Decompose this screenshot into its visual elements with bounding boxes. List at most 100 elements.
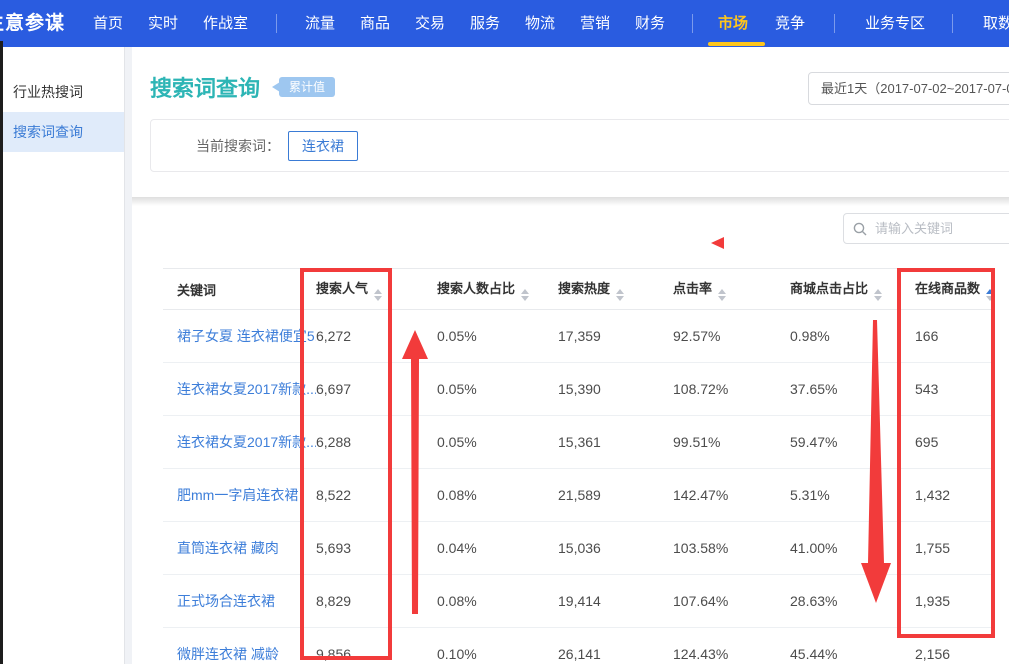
nav-item-data[interactable]: 取数 bbox=[983, 0, 1009, 47]
table-header-row: 关键词 搜索人气搜索人数占比搜索热度 点击率 商城点击占比在线商品数 bbox=[163, 268, 995, 310]
sort-icon[interactable] bbox=[718, 289, 726, 301]
cell-value: 8,522 bbox=[316, 487, 437, 503]
table-row: 连衣裙女夏2017新款...6,6970.05%15,390108.72%37.… bbox=[163, 363, 995, 416]
cell-value: 6,288 bbox=[316, 434, 437, 450]
date-range-selector[interactable]: 最近1天（2017-07-02~2017-07-02） bbox=[808, 72, 1009, 105]
current-keyword-tag[interactable]: 连衣裙 bbox=[288, 131, 358, 161]
table-row: 正式场合连衣裙8,8290.08%19,414107.64%28.63%1,93… bbox=[163, 575, 995, 628]
table-row: 微胖连衣裙 减龄9,8560.10%26,141124.43%45.44%2,1… bbox=[163, 628, 995, 664]
cell-value: 37.65% bbox=[790, 381, 915, 397]
sort-icon[interactable] bbox=[874, 289, 882, 301]
active-tab-underline bbox=[708, 42, 765, 46]
cell-value: 59.47% bbox=[790, 434, 915, 450]
current-keyword-label: 当前搜索词： bbox=[196, 136, 280, 156]
keyword-link[interactable]: 肥mm一字肩连衣裙 bbox=[177, 485, 316, 505]
cell-value: 142.47% bbox=[673, 487, 790, 503]
nav-item-home[interactable]: 首页 bbox=[93, 0, 123, 47]
cell-value: 0.04% bbox=[437, 540, 558, 556]
cell-value: 6,697 bbox=[316, 381, 437, 397]
nav-item-bizzone[interactable]: 业务专区 bbox=[865, 0, 925, 47]
nav-divider bbox=[692, 14, 693, 33]
sort-icon[interactable] bbox=[616, 289, 624, 301]
top-nav: 生意参谋 首页 实时 作战室 流量 商品 交易 服务 物流 营销 财务 市场 竞… bbox=[0, 0, 1009, 47]
cell-value: 0.08% bbox=[437, 593, 558, 609]
page-title: 搜索词查询 bbox=[150, 71, 260, 103]
cumulative-badge: 累计值 bbox=[279, 77, 335, 97]
cell-value: 45.44% bbox=[790, 646, 915, 662]
cell-value: 543 bbox=[915, 381, 995, 397]
screen: 生意参谋 首页 实时 作战室 流量 商品 交易 服务 物流 营销 财务 市场 竞… bbox=[0, 0, 1009, 664]
sidebar-item-hot-search-words[interactable]: 行业热搜词 bbox=[3, 72, 124, 112]
nav-divider bbox=[834, 14, 835, 33]
table-row: 连衣裙女夏2017新款...6,2880.05%15,36199.51%59.4… bbox=[163, 416, 995, 469]
nav-item-market[interactable]: 市场 bbox=[718, 0, 748, 47]
cell-value: 166 bbox=[915, 328, 995, 344]
column-header-6[interactable]: 在线商品数 bbox=[915, 278, 995, 301]
column-label: 在线商品数 bbox=[915, 281, 980, 296]
keyword-link[interactable]: 正式场合连衣裙 bbox=[177, 591, 316, 611]
nav-item-service[interactable]: 服务 bbox=[470, 0, 500, 47]
cell-value: 8,829 bbox=[316, 593, 437, 609]
cell-value: 9,856 bbox=[316, 646, 437, 662]
cell-value: 108.72% bbox=[673, 381, 790, 397]
nav-item-marketing[interactable]: 营销 bbox=[580, 0, 610, 47]
nav-item-compete[interactable]: 竞争 bbox=[775, 0, 805, 47]
nav-item-realtime[interactable]: 实时 bbox=[148, 0, 178, 47]
cell-value: 15,036 bbox=[558, 540, 673, 556]
nav-divider bbox=[276, 14, 277, 33]
cell-value: 15,390 bbox=[558, 381, 673, 397]
nav-item-warroom[interactable]: 作战室 bbox=[203, 0, 248, 47]
cell-value: 0.05% bbox=[437, 381, 558, 397]
keyword-link[interactable]: 直筒连衣裙 藏肉 bbox=[177, 538, 316, 558]
keyword-search-box bbox=[843, 213, 1009, 244]
cell-value: 0.10% bbox=[437, 646, 558, 662]
keyword-link[interactable]: 裙子女夏 连衣裙便宜5... bbox=[177, 326, 316, 346]
column-header-1[interactable]: 搜索人气 bbox=[316, 278, 437, 301]
cell-value: 17,359 bbox=[558, 328, 673, 344]
cell-value: 0.08% bbox=[437, 487, 558, 503]
cell-value: 6,272 bbox=[316, 328, 437, 344]
nav-divider bbox=[952, 14, 953, 33]
cell-value: 41.00% bbox=[790, 540, 915, 556]
app-logo[interactable]: 生意参谋 bbox=[0, 0, 65, 47]
column-label: 点击率 bbox=[673, 281, 712, 296]
nav-item-trade[interactable]: 交易 bbox=[415, 0, 445, 47]
cell-value: 0.05% bbox=[437, 328, 558, 344]
column-header-5[interactable]: 商城点击占比 bbox=[790, 278, 915, 301]
column-header-2[interactable]: 搜索人数占比 bbox=[437, 278, 558, 301]
column-header-4[interactable]: 点击率 bbox=[673, 278, 790, 301]
cell-value: 26,141 bbox=[558, 646, 673, 662]
cell-value: 695 bbox=[915, 434, 995, 450]
column-header-3[interactable]: 搜索热度 bbox=[558, 278, 673, 301]
table-row: 直筒连衣裙 藏肉5,6930.04%15,036103.58%41.00%1,7… bbox=[163, 522, 995, 575]
cell-value: 0.05% bbox=[437, 434, 558, 450]
cell-value: 5.31% bbox=[790, 487, 915, 503]
cell-value: 92.57% bbox=[673, 328, 790, 344]
column-label: 关键词 bbox=[177, 283, 216, 298]
sort-icon[interactable] bbox=[986, 289, 994, 301]
current-keyword-panel: 当前搜索词： 连衣裙 bbox=[150, 119, 1009, 172]
cell-value: 107.64% bbox=[673, 593, 790, 609]
keyword-link[interactable]: 连衣裙女夏2017新款... bbox=[177, 432, 316, 452]
sidebar-item-search-word-query[interactable]: 搜索词查询 bbox=[3, 112, 124, 152]
nav-item-logistics[interactable]: 物流 bbox=[525, 0, 555, 47]
nav-item-finance[interactable]: 财务 bbox=[635, 0, 665, 47]
nav-item-traffic[interactable]: 流量 bbox=[305, 0, 335, 47]
nav-item-goods[interactable]: 商品 bbox=[360, 0, 390, 47]
keyword-link[interactable]: 微胖连衣裙 减龄 bbox=[177, 644, 316, 664]
keyword-search-input[interactable] bbox=[873, 220, 1009, 237]
cell-value: 21,589 bbox=[558, 487, 673, 503]
cell-value: 28.63% bbox=[790, 593, 915, 609]
search-icon bbox=[853, 222, 867, 236]
cell-value: 124.43% bbox=[673, 646, 790, 662]
sort-icon[interactable] bbox=[521, 289, 529, 301]
cell-value: 19,414 bbox=[558, 593, 673, 609]
screenshot-edge bbox=[0, 41, 3, 664]
cell-value: 1,935 bbox=[915, 593, 995, 609]
column-label: 搜索热度 bbox=[558, 281, 610, 296]
cell-value: 1,432 bbox=[915, 487, 995, 503]
cell-value: 5,693 bbox=[316, 540, 437, 556]
keyword-link[interactable]: 连衣裙女夏2017新款... bbox=[177, 379, 316, 399]
sort-icon[interactable] bbox=[374, 289, 382, 301]
table-row: 裙子女夏 连衣裙便宜5...6,2720.05%17,35992.57%0.98… bbox=[163, 310, 995, 363]
